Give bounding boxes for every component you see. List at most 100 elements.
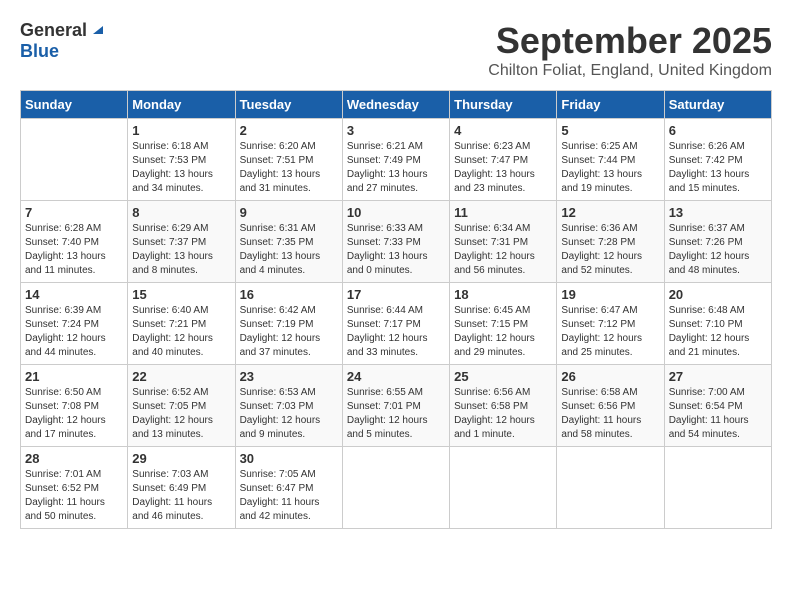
daylight-hours: Sunrise: 6:45 AM Sunset: 7:15 PM Dayligh… (454, 304, 552, 360)
col-monday: Monday (128, 91, 235, 119)
day-number: 25 (454, 369, 552, 384)
day-number: 29 (132, 451, 230, 466)
day-number: 16 (240, 287, 338, 302)
daylight-hours: Sunrise: 7:05 AM Sunset: 6:47 PM Dayligh… (240, 468, 338, 524)
daylight-hours: Sunrise: 7:00 AM Sunset: 6:54 PM Dayligh… (669, 386, 767, 442)
day-number: 27 (669, 369, 767, 384)
daylight-hours: Sunrise: 6:31 AM Sunset: 7:35 PM Dayligh… (240, 222, 338, 278)
daylight-hours: Sunrise: 6:34 AM Sunset: 7:31 PM Dayligh… (454, 222, 552, 278)
daylight-hours: Sunrise: 6:42 AM Sunset: 7:19 PM Dayligh… (240, 304, 338, 360)
daylight-hours: Sunrise: 6:40 AM Sunset: 7:21 PM Dayligh… (132, 304, 230, 360)
daylight-hours: Sunrise: 6:25 AM Sunset: 7:44 PM Dayligh… (561, 140, 659, 196)
table-cell: 15 Sunrise: 6:40 AM Sunset: 7:21 PM Dayli… (128, 283, 235, 365)
day-number: 24 (347, 369, 445, 384)
table-cell (557, 447, 664, 529)
daylight-hours: Sunrise: 6:26 AM Sunset: 7:42 PM Dayligh… (669, 140, 767, 196)
table-cell: 8 Sunrise: 6:29 AM Sunset: 7:37 PM Daylig… (128, 201, 235, 283)
day-number: 13 (669, 205, 767, 220)
table-cell (21, 119, 128, 201)
table-cell: 16 Sunrise: 6:42 AM Sunset: 7:19 PM Dayli… (235, 283, 342, 365)
day-number: 7 (25, 205, 123, 220)
daylight-hours: Sunrise: 7:01 AM Sunset: 6:52 PM Dayligh… (25, 468, 123, 524)
calendar-table: Sunday Monday Tuesday Wednesday Thursday… (20, 90, 772, 529)
day-number: 14 (25, 287, 123, 302)
col-thursday: Thursday (450, 91, 557, 119)
table-cell: 18Sunrise: 6:45 AM Sunset: 7:15 PM Dayli… (450, 283, 557, 365)
day-number: 26 (561, 369, 659, 384)
logo-blue-text: Blue (20, 41, 59, 61)
day-number: 8 (132, 205, 230, 220)
day-number: 30 (240, 451, 338, 466)
day-number: 17 (347, 287, 445, 302)
daylight-hours: Sunrise: 6:58 AM Sunset: 6:56 PM Dayligh… (561, 386, 659, 442)
week-row-2: 7Sunrise: 6:28 AM Sunset: 7:40 PM Daylig… (21, 201, 772, 283)
day-number: 12 (561, 205, 659, 220)
daylight-hours: Sunrise: 6:37 AM Sunset: 7:26 PM Dayligh… (669, 222, 767, 278)
day-number: 1 (132, 123, 230, 138)
daylight-hours: Sunrise: 6:44 AM Sunset: 7:17 PM Dayligh… (347, 304, 445, 360)
header-row: Sunday Monday Tuesday Wednesday Thursday… (21, 91, 772, 119)
col-wednesday: Wednesday (342, 91, 449, 119)
table-cell: 30 Sunrise: 7:05 AM Sunset: 6:47 PM Dayli… (235, 447, 342, 529)
logo: General Blue (20, 20, 105, 62)
col-saturday: Saturday (664, 91, 771, 119)
table-cell: 14 Sunrise: 6:39 AM Sunset: 7:24 PM Dayli… (21, 283, 128, 365)
table-cell: 13 Sunrise: 6:37 AM Sunset: 7:26 PM Dayli… (664, 201, 771, 283)
daylight-hours: Sunrise: 6:33 AM Sunset: 7:33 PM Dayligh… (347, 222, 445, 278)
day-number: 15 (132, 287, 230, 302)
daylight-hours: Sunrise: 6:48 AM Sunset: 7:10 PM Dayligh… (669, 304, 767, 360)
table-cell: 7Sunrise: 6:28 AM Sunset: 7:40 PM Daylig… (21, 201, 128, 283)
table-cell: 9 Sunrise: 6:31 AM Sunset: 7:35 PM Daylig… (235, 201, 342, 283)
daylight-hours: Sunrise: 7:03 AM Sunset: 6:49 PM Dayligh… (132, 468, 230, 524)
day-number: 9 (240, 205, 338, 220)
table-cell: 26 Sunrise: 6:58 AM Sunset: 6:56 PM Dayli… (557, 365, 664, 447)
table-cell: 23 Sunrise: 6:53 AM Sunset: 7:03 PM Dayli… (235, 365, 342, 447)
page-header: General Blue September 2025 Chilton Foli… (20, 20, 772, 80)
day-number: 3 (347, 123, 445, 138)
table-cell: 21 Sunrise: 6:50 AM Sunset: 7:08 PM Dayli… (21, 365, 128, 447)
daylight-hours: Sunrise: 6:29 AM Sunset: 7:37 PM Dayligh… (132, 222, 230, 278)
table-cell (664, 447, 771, 529)
col-tuesday: Tuesday (235, 91, 342, 119)
table-cell: 5Sunrise: 6:25 AM Sunset: 7:44 PM Daylig… (557, 119, 664, 201)
daylight-hours: Sunrise: 6:53 AM Sunset: 7:03 PM Dayligh… (240, 386, 338, 442)
table-cell: 27 Sunrise: 7:00 AM Sunset: 6:54 PM Dayli… (664, 365, 771, 447)
table-cell: 12 Sunrise: 6:36 AM Sunset: 7:28 PM Dayli… (557, 201, 664, 283)
day-number: 23 (240, 369, 338, 384)
day-number: 2 (240, 123, 338, 138)
logo-general-text: General (20, 20, 87, 41)
day-number: 6 (669, 123, 767, 138)
daylight-hours: Sunrise: 6:55 AM Sunset: 7:01 PM Dayligh… (347, 386, 445, 442)
table-cell: 11Sunrise: 6:34 AM Sunset: 7:31 PM Dayli… (450, 201, 557, 283)
daylight-hours: Sunrise: 6:56 AM Sunset: 6:58 PM Dayligh… (454, 386, 552, 442)
location-text: Chilton Foliat, England, United Kingdom (488, 62, 772, 80)
table-cell (450, 447, 557, 529)
daylight-hours: Sunrise: 6:36 AM Sunset: 7:28 PM Dayligh… (561, 222, 659, 278)
week-row-4: 21 Sunrise: 6:50 AM Sunset: 7:08 PM Dayli… (21, 365, 772, 447)
logo-icon (89, 20, 105, 36)
day-number: 21 (25, 369, 123, 384)
table-cell: 4 Sunrise: 6:23 AM Sunset: 7:47 PM Daylig… (450, 119, 557, 201)
table-cell: 29 Sunrise: 7:03 AM Sunset: 6:49 PM Dayli… (128, 447, 235, 529)
day-number: 22 (132, 369, 230, 384)
week-row-1: 1Sunrise: 6:18 AM Sunset: 7:53 PM Daylig… (21, 119, 772, 201)
table-cell: 25 Sunrise: 6:56 AM Sunset: 6:58 PM Dayli… (450, 365, 557, 447)
daylight-hours: Sunrise: 6:50 AM Sunset: 7:08 PM Dayligh… (25, 386, 123, 442)
table-cell: 6 Sunrise: 6:26 AM Sunset: 7:42 PM Daylig… (664, 119, 771, 201)
daylight-hours: Sunrise: 6:47 AM Sunset: 7:12 PM Dayligh… (561, 304, 659, 360)
daylight-hours: Sunrise: 6:20 AM Sunset: 7:51 PM Dayligh… (240, 140, 338, 196)
day-number: 28 (25, 451, 123, 466)
table-cell: 22Sunrise: 6:52 AM Sunset: 7:05 PM Dayli… (128, 365, 235, 447)
title-section: September 2025 Chilton Foliat, England, … (488, 20, 772, 80)
month-title: September 2025 (488, 20, 772, 62)
day-number: 4 (454, 123, 552, 138)
table-cell: 20Sunrise: 6:48 AM Sunset: 7:10 PM Dayli… (664, 283, 771, 365)
table-cell: 17 Sunrise: 6:44 AM Sunset: 7:17 PM Dayli… (342, 283, 449, 365)
col-friday: Friday (557, 91, 664, 119)
day-number: 19 (561, 287, 659, 302)
table-cell (342, 447, 449, 529)
daylight-hours: Sunrise: 6:23 AM Sunset: 7:47 PM Dayligh… (454, 140, 552, 196)
table-cell: 24 Sunrise: 6:55 AM Sunset: 7:01 PM Dayli… (342, 365, 449, 447)
daylight-hours: Sunrise: 6:39 AM Sunset: 7:24 PM Dayligh… (25, 304, 123, 360)
table-cell: 19 Sunrise: 6:47 AM Sunset: 7:12 PM Dayli… (557, 283, 664, 365)
